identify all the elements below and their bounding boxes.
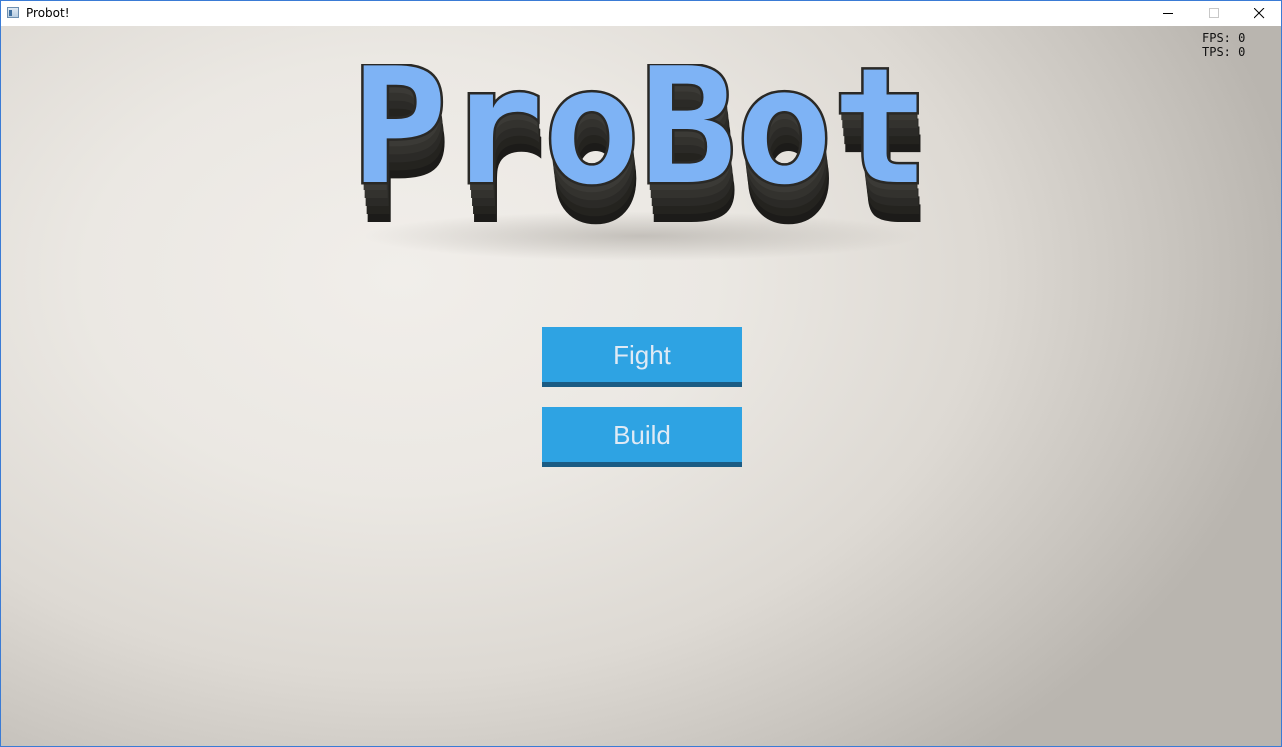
title-bar[interactable]: Probot! <box>1 1 1281 26</box>
app-window: Probot! FPS: 0 TPS: 0 ProBot ProBot ProB… <box>0 0 1282 747</box>
logo-face: ProBot <box>351 64 929 220</box>
close-button[interactable] <box>1236 1 1281 26</box>
build-button[interactable]: Build <box>542 407 742 467</box>
fight-button[interactable]: Fight <box>542 327 742 387</box>
close-icon <box>1254 8 1265 19</box>
tps-readout: TPS: 0 <box>1202 45 1246 59</box>
minimize-icon <box>1163 13 1173 14</box>
maximize-button[interactable] <box>1191 1 1237 26</box>
window-title: Probot! <box>26 6 70 20</box>
probot-logo: ProBot ProBot ProBot ProBot ProBot ProBo… <box>349 64 933 260</box>
app-icon[interactable] <box>7 7 19 18</box>
game-viewport[interactable]: FPS: 0 TPS: 0 ProBot ProBot ProBot ProBo… <box>1 26 1281 746</box>
fps-readout: FPS: 0 <box>1202 31 1246 45</box>
stats-overlay: FPS: 0 TPS: 0 <box>1202 31 1245 59</box>
minimize-button[interactable] <box>1145 1 1191 26</box>
maximize-icon <box>1209 8 1219 18</box>
